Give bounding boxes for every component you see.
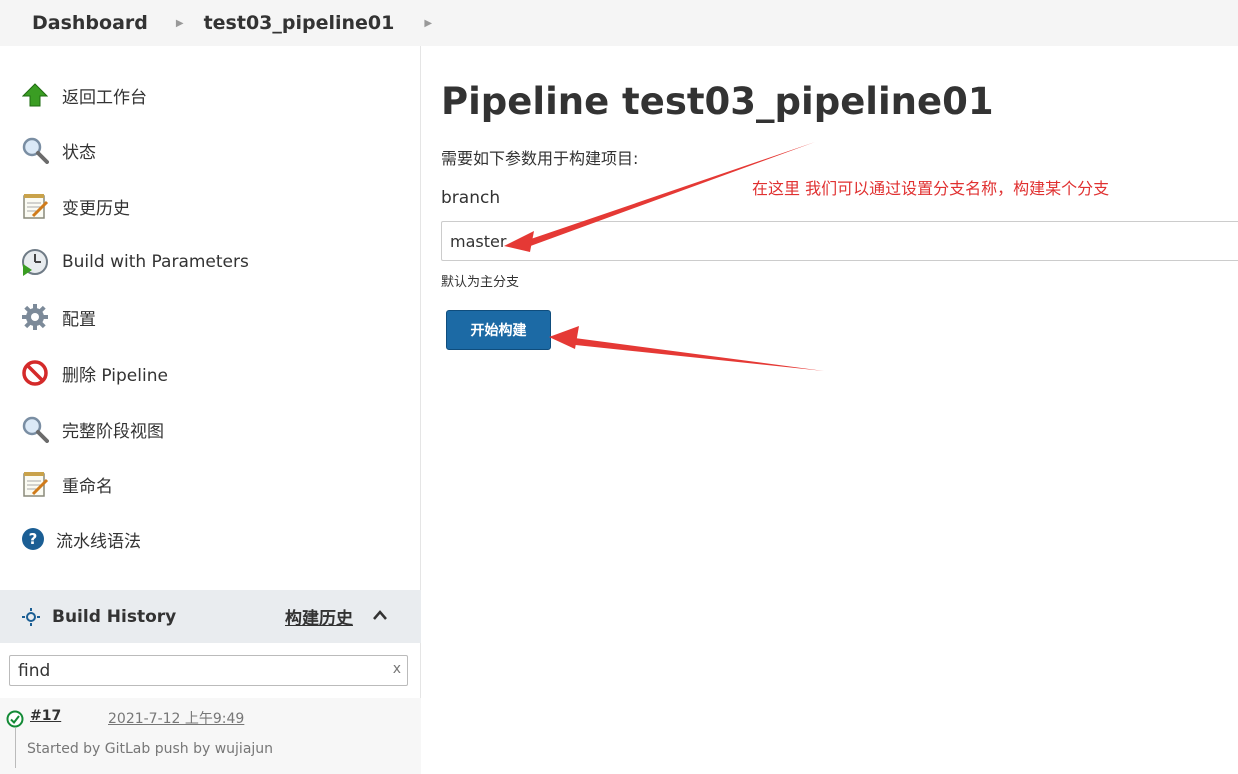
help-icon: ? [20,524,46,554]
build-history-icon [22,607,40,626]
breadcrumb-dashboard[interactable]: Dashboard [32,12,148,34]
notepad-icon [20,191,50,221]
magnifier-icon [20,135,50,165]
sidebar-item-label: 状态 [62,142,96,163]
sidebar-item-build-with-parameters[interactable]: Build with Parameters [20,245,249,279]
sidebar-item-status[interactable]: 状态 [20,133,96,167]
parameter-help: 默认为主分支 [441,275,520,290]
build-history-header: Build History 构建历史 [0,590,421,643]
magnifier-icon [20,414,50,444]
sidebar: 返回工作台 状态 变更历史 Build with Parameters 配置 删… [0,46,421,774]
build-search-input[interactable] [10,656,370,685]
parameter-name: branch [441,188,501,208]
sidebar-item-pipeline-syntax[interactable]: ? 流水线语法 [20,522,141,556]
sidebar-item-label: 重命名 [62,476,113,497]
breadcrumb: Dashboard ▶ test03_pipeline01 ▶ [0,0,1238,46]
sidebar-item-label: 返回工作台 [62,87,147,108]
sidebar-item-label: 变更历史 [62,198,130,219]
clock-play-icon [20,247,50,277]
build-history-search: x [9,655,408,686]
sidebar-item-changes[interactable]: 变更历史 [20,189,130,223]
sidebar-item-label: 流水线语法 [56,531,141,552]
notepad-icon [20,469,50,499]
branch-field-wrapper [441,221,1238,261]
branch-input[interactable] [442,222,1238,260]
chevron-up-icon[interactable] [372,606,388,625]
no-entry-icon [20,358,50,388]
sidebar-item-full-stage-view[interactable]: 完整阶段视图 [20,412,164,446]
sidebar-item-rename[interactable]: 重命名 [20,467,113,501]
svg-text:?: ? [29,530,38,548]
sidebar-item-back-to-dashboard[interactable]: 返回工作台 [20,78,147,112]
sidebar-item-delete-pipeline[interactable]: 删除 Pipeline [20,356,168,390]
build-number-link[interactable]: #17 [30,708,61,724]
page-title: Pipeline test03_pipeline01 [441,80,994,123]
up-arrow-icon [20,80,50,110]
chevron-right-icon[interactable]: ▶ [424,18,432,29]
annotation-text: 在这里 我们可以通过设置分支名称，构建某个分支 [752,179,1110,198]
sidebar-item-label: 完整阶段视图 [62,421,164,442]
build-cause: Started by GitLab push by wujiajun [27,741,274,757]
sidebar-item-label: 配置 [62,309,96,330]
build-date-link[interactable]: 2021-7-12 上午9:49 [108,708,244,728]
timeline-line [15,728,16,768]
main-panel: Pipeline test03_pipeline01 需要如下参数用于构建项目:… [422,46,1238,774]
build-button[interactable]: 开始构建 [446,310,551,350]
clear-icon[interactable]: x [393,661,401,677]
build-history-title: Build History [52,606,177,627]
build-row: #17 2021-7-12 上午9:49 Started by GitLab p… [0,698,421,774]
annotation-arrow [566,337,824,371]
build-trend-link[interactable]: 构建历史 [285,604,353,629]
chevron-right-icon[interactable]: ▶ [176,18,184,29]
sidebar-item-label: Build with Parameters [62,252,249,272]
parameters-description: 需要如下参数用于构建项目: [441,149,639,168]
sidebar-item-label: 删除 Pipeline [62,365,168,386]
breadcrumb-job[interactable]: test03_pipeline01 [204,12,395,34]
sidebar-item-configure[interactable]: 配置 [20,300,96,334]
gear-icon [20,302,50,332]
annotation-arrow-head [549,326,579,349]
